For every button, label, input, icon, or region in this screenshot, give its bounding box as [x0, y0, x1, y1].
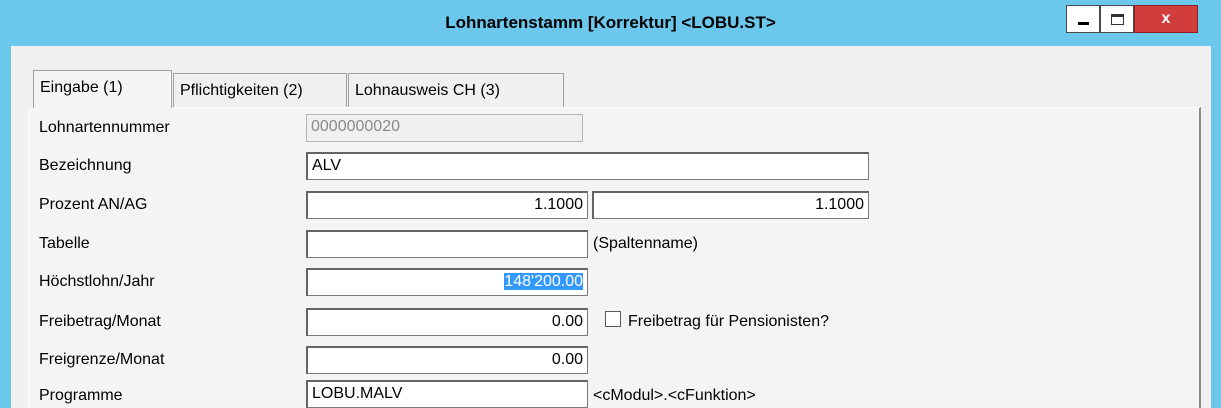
title-bar[interactable]: Lohnartenstamm [Korrektur] <LOBU.ST> x	[0, 0, 1221, 46]
label-programme: Programme	[39, 387, 123, 404]
label-freibetrag-monat: Freibetrag/Monat	[39, 313, 161, 330]
label-bezeichnung: Bezeichnung	[39, 157, 132, 174]
hoechstlohn-value: 148'200.00	[504, 273, 583, 290]
freibetrag-pensionisten-label[interactable]: Freibetrag für Pensionisten?	[628, 308, 829, 336]
label-hoechstlohn-jahr: Höchstlohn/Jahr	[39, 273, 155, 290]
window-title: Lohnartenstamm [Korrektur] <LOBU.ST>	[445, 13, 776, 32]
tab-eingabe[interactable]: Eingabe (1)	[33, 70, 172, 108]
window: Lohnartenstamm [Korrektur] <LOBU.ST> x P…	[0, 0, 1221, 408]
bezeichnung-field[interactable]: ALV	[306, 152, 869, 180]
freibetrag-pensionisten-checkbox[interactable]	[605, 311, 621, 327]
hoechstlohn-field[interactable]: 148'200.00	[306, 268, 588, 296]
close-icon: x	[1161, 10, 1171, 27]
lohnartennummer-field: 0000000020	[306, 114, 583, 142]
maximize-button[interactable]	[1100, 5, 1134, 33]
close-button[interactable]: x	[1134, 5, 1198, 33]
tab-lohnausweis-ch[interactable]: Lohnausweis CH (3)	[348, 73, 564, 108]
freigrenze-field[interactable]: 0.00	[306, 346, 588, 374]
minimize-icon	[1078, 22, 1089, 25]
label-tabelle: Tabelle	[39, 235, 90, 252]
freibetrag-field[interactable]: 0.00	[306, 308, 588, 336]
programme-field[interactable]: LOBU.MALV	[306, 380, 588, 408]
label-prozent-an-ag: Prozent AN/AG	[39, 196, 148, 213]
label-lohnartennummer: Lohnartennummer	[39, 119, 170, 136]
prozent-ag-field[interactable]: 1.1000	[592, 191, 869, 219]
tabelle-field[interactable]	[306, 230, 588, 258]
maximize-icon	[1111, 14, 1124, 25]
tab-pflichtigkeiten[interactable]: Pflichtigkeiten (2)	[173, 73, 347, 108]
minimize-button[interactable]	[1066, 5, 1100, 33]
dialog-client-area: Pflichtigkeiten (2) Lohnausweis CH (3) E…	[11, 46, 1211, 408]
prozent-an-field[interactable]: 1.1000	[306, 191, 588, 219]
programme-hint: <cModul>.<cFunktion>	[593, 387, 756, 404]
label-freigrenze-monat: Freigrenze/Monat	[39, 351, 165, 368]
tabelle-hint: (Spaltenname)	[593, 235, 698, 252]
